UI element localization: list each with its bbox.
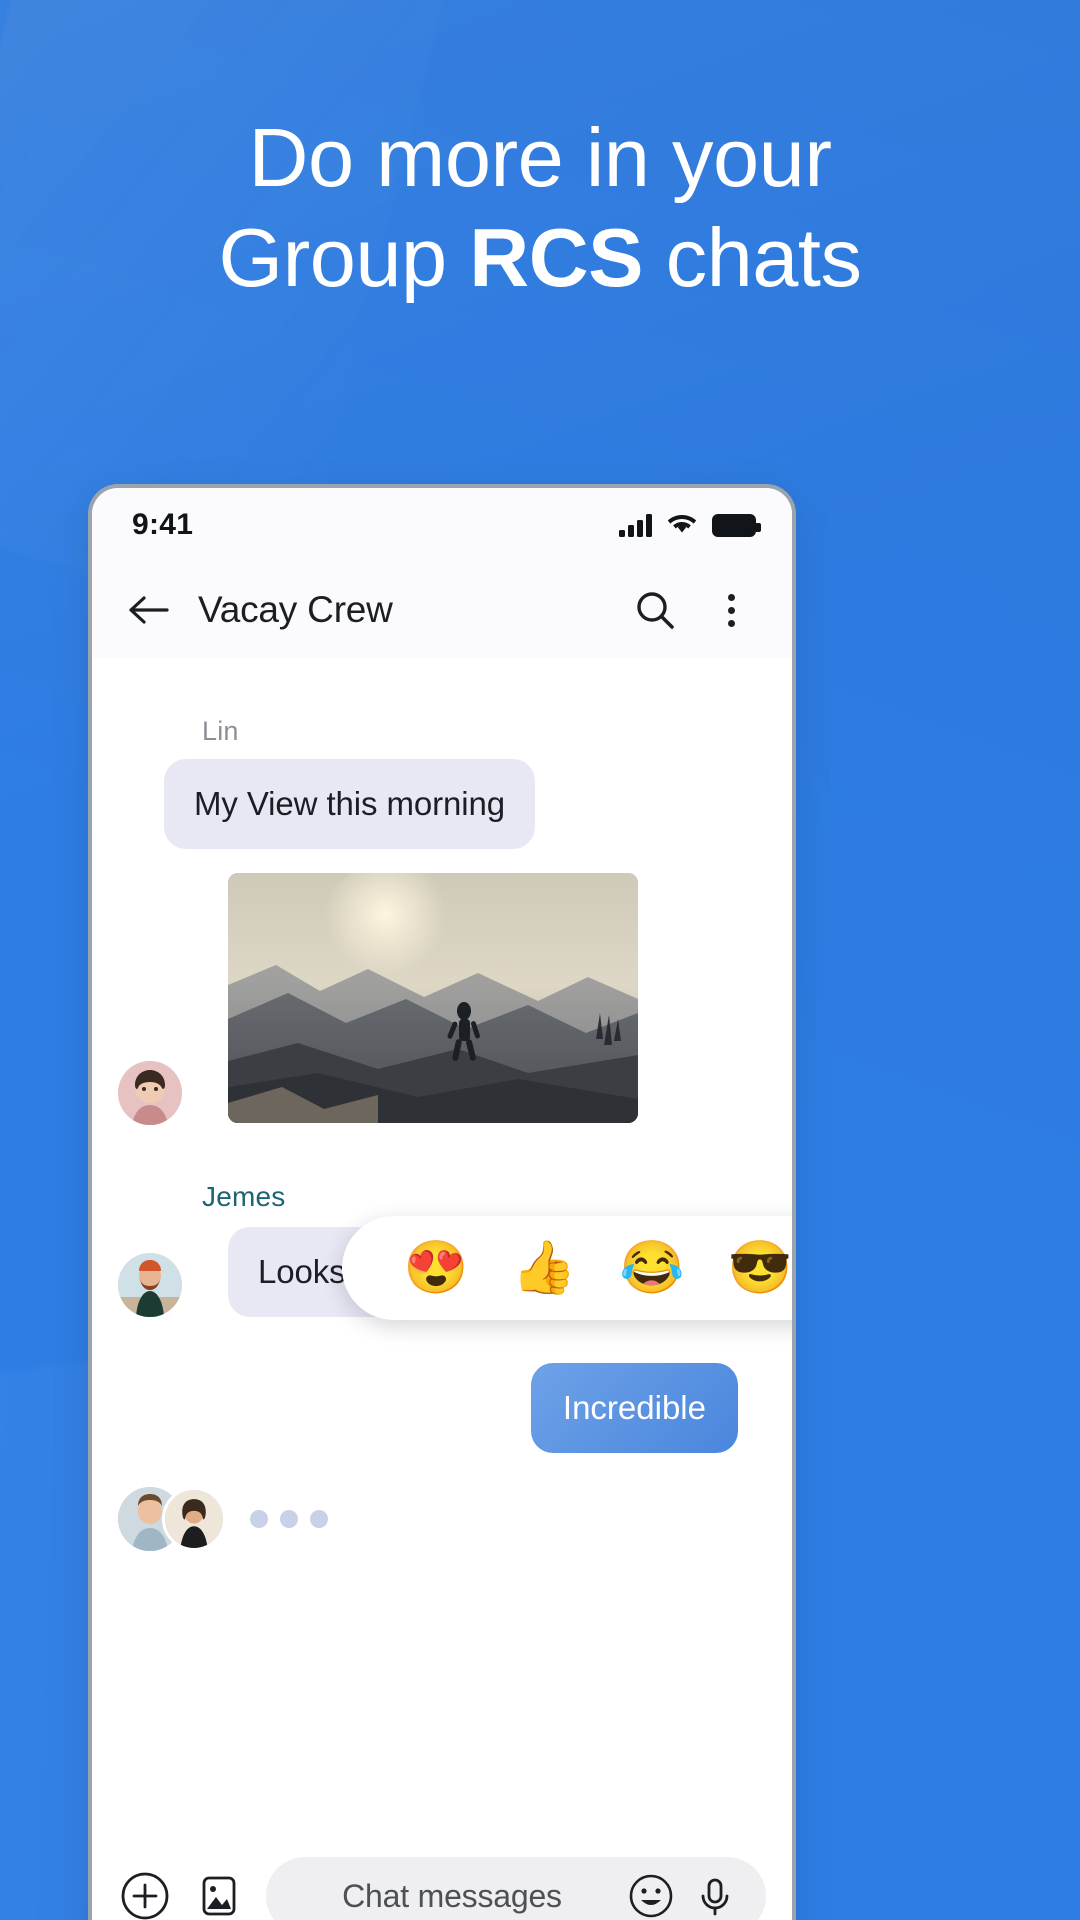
conversation-area: Lin My View this morning Jemes Looks Inc… [92, 658, 792, 1832]
sunglasses-emoji[interactable]: 😎 [728, 1242, 792, 1294]
typing-dot [280, 1510, 298, 1528]
chat-input-field[interactable]: Chat messages [266, 1857, 766, 1920]
headline-suffix: chats [643, 210, 862, 304]
sender-name-jemes: Jemes [202, 1181, 286, 1212]
sender-name-lin: Lin [202, 716, 239, 746]
phone-mockup: 9:41 Vacay Crew Lin My View this morning… [88, 484, 796, 1920]
search-icon[interactable] [628, 583, 682, 637]
promo-headline: Do more in your Group RCS chats [0, 108, 1080, 307]
typing-dot [250, 1510, 268, 1528]
avatar-lin[interactable] [118, 1061, 182, 1125]
heart-eyes-emoji[interactable]: 😍 [404, 1242, 469, 1294]
signal-icon [619, 513, 652, 537]
status-bar: 9:41 [92, 488, 792, 562]
typing-dots [250, 1510, 328, 1528]
thumbs-up-emoji[interactable]: 👍 [512, 1242, 577, 1294]
avatar-typing-2[interactable] [162, 1487, 226, 1551]
avatar-jemes[interactable] [118, 1253, 182, 1317]
status-time: 9:41 [132, 508, 194, 541]
headline-line-1: Do more in your [248, 111, 832, 204]
back-arrow-icon[interactable] [122, 583, 176, 637]
message-bubble-incoming[interactable]: My View this morning [164, 759, 536, 849]
typing-dot [310, 1510, 328, 1528]
phone-screen: 9:41 Vacay Crew Lin My View this morning… [92, 488, 792, 1920]
joy-emoji[interactable]: 😂 [620, 1242, 685, 1294]
typing-indicator-row [92, 1487, 792, 1551]
reaction-picker[interactable]: 😍 👍 😂 😎 👎 [342, 1216, 792, 1320]
message-row-lin-text: My View this morning [92, 759, 792, 849]
smiley-icon[interactable] [626, 1871, 676, 1920]
headline-prefix: Group [218, 210, 470, 304]
message-row-outgoing: Incredible [92, 1363, 792, 1453]
app-bar: Vacay Crew [92, 562, 792, 658]
typing-avatars [118, 1487, 226, 1551]
image-icon[interactable] [192, 1869, 246, 1920]
message-bubble-outgoing[interactable]: Incredible [530, 1363, 738, 1453]
message-input-bar: Chat messages [92, 1828, 792, 1920]
chat-title: Vacay Crew [198, 589, 393, 630]
plus-circle-icon[interactable] [118, 1869, 172, 1920]
status-icons [619, 511, 761, 540]
wifi-icon [666, 511, 698, 540]
more-vertical-icon[interactable] [704, 583, 758, 637]
headline-line-2: Group RCS chats [0, 208, 1080, 308]
microphone-icon[interactable] [690, 1871, 740, 1920]
chat-input-placeholder: Chat messages [342, 1877, 562, 1914]
photo-attachment[interactable] [228, 873, 638, 1123]
headline-emphasis: RCS [469, 210, 644, 304]
battery-icon [712, 513, 761, 537]
